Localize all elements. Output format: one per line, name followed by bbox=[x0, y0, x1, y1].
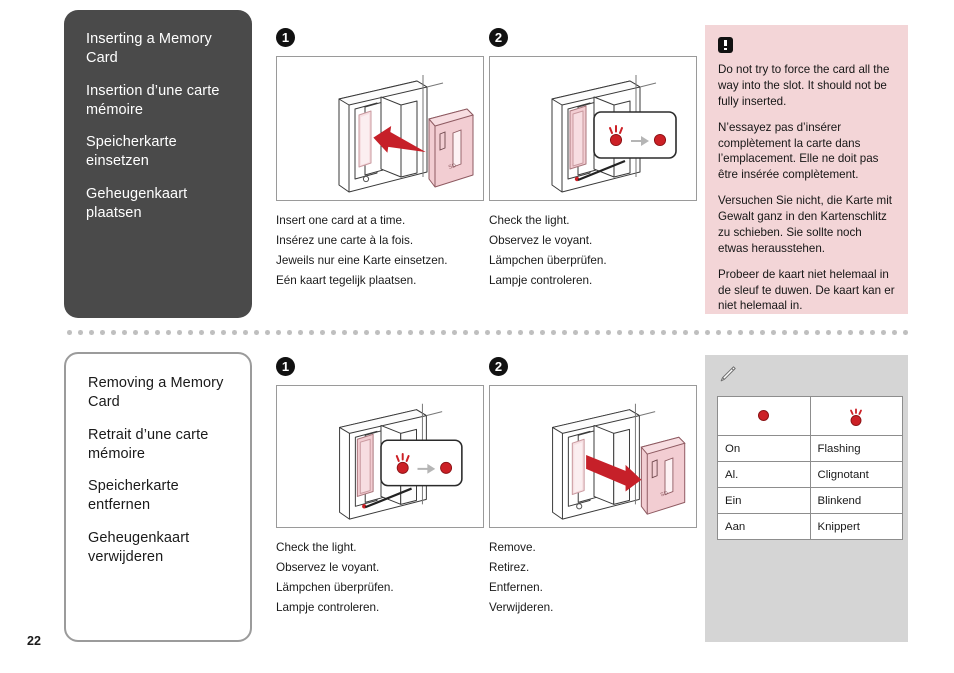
step-number-badge: 2 bbox=[489, 28, 508, 47]
caption-line-en: Insert one card at a time. bbox=[276, 214, 406, 227]
caption-line-nl: Verwijderen. bbox=[489, 601, 554, 615]
table-row: On Flashing bbox=[717, 435, 903, 462]
sd-card-graphic: SD bbox=[640, 436, 686, 515]
lamp-flashing-label-de: Blinkend bbox=[809, 487, 903, 514]
caution-text-de: Versuchen Sie nicht, die Karte mit Gewal… bbox=[718, 194, 892, 255]
caption-line-nl: Lampje controleren. bbox=[489, 274, 593, 288]
lamp-on-label-fr: Al. bbox=[717, 461, 811, 488]
step-insert-1: 1 SD Insert one card at a time. Insérez … bbox=[276, 28, 484, 292]
caption-line-fr: Insérez une carte à la fois. bbox=[276, 234, 414, 248]
memory-card-light-check-illustration bbox=[339, 403, 463, 520]
manual-page: Inserting a Memory Card Insertion d’une … bbox=[0, 0, 954, 673]
note-box: On Flashing Al. Clignotant Ein Blinkend … bbox=[705, 355, 908, 642]
memory-card-light-check-illustration bbox=[551, 75, 677, 193]
page-number: 22 bbox=[27, 634, 41, 648]
caption-line-en: Check the light. bbox=[276, 541, 357, 554]
figure-light-check-insert bbox=[489, 56, 697, 201]
caption-line-nl: Lampje controleren. bbox=[276, 601, 380, 615]
memory-card-remove-illustration: SD bbox=[552, 403, 686, 520]
caption-insert-1: Insert one card at a time. Insérez une c… bbox=[276, 211, 484, 292]
step-number-badge: 1 bbox=[276, 357, 295, 376]
caption-line-de: Jeweils nur eine Karte einsetzen. bbox=[276, 254, 448, 268]
pencil-icon bbox=[717, 365, 896, 388]
figure-card-remove: SD bbox=[489, 385, 697, 528]
caption-line-en: Remove. bbox=[489, 541, 536, 554]
lamp-flashing-label-en: Flashing bbox=[809, 435, 903, 462]
lamp-state-callout bbox=[593, 111, 677, 159]
caption-remove-2: Remove. Retirez. Entfernen. Verwijderen. bbox=[489, 538, 697, 619]
section-divider bbox=[64, 330, 909, 335]
heading-line-de: Speicherkarte entfernen bbox=[88, 478, 179, 514]
memory-card-insert-illustration: SD bbox=[338, 75, 474, 193]
lamp-flashing-icon bbox=[809, 396, 903, 436]
caution-text-en: Do not try to force the card all the way… bbox=[718, 63, 890, 108]
lamp-state-callout bbox=[380, 439, 463, 487]
table-header-row bbox=[717, 396, 903, 436]
caption-insert-2: Check the light. Observez le voyant. Läm… bbox=[489, 211, 697, 292]
heading-line-de: Speicherkarte einsetzen bbox=[86, 134, 177, 170]
figure-card-insert: SD bbox=[276, 56, 484, 201]
step-remove-1: 1 Check the light. Observez le voyant. L… bbox=[276, 357, 484, 619]
caption-line-nl: Eén kaart tegelijk plaatsen. bbox=[276, 274, 417, 288]
table-row: Al. Clignotant bbox=[717, 461, 903, 488]
caption-line-de: Lämpchen überprüfen. bbox=[489, 254, 607, 268]
lamp-flashing-label-fr: Clignotant bbox=[809, 461, 903, 488]
heading-line-fr: Retrait d’une carte mémoire bbox=[88, 426, 209, 462]
caption-line-fr: Observez le voyant. bbox=[276, 561, 380, 575]
caution-text-nl: Probeer de kaart niet helemaal in de sle… bbox=[718, 267, 895, 313]
step-number-badge: 2 bbox=[489, 357, 508, 376]
heading-line-en: Inserting a Memory Card bbox=[86, 31, 212, 67]
figure-light-check-remove bbox=[276, 385, 484, 528]
lamp-on-icon bbox=[717, 396, 811, 436]
lamp-on-label-en: On bbox=[717, 435, 811, 462]
caption-line-fr: Observez le voyant. bbox=[489, 234, 593, 248]
heading-line-fr: Insertion d’une carte mémoire bbox=[86, 82, 220, 118]
caption-line-fr: Retirez. bbox=[489, 561, 530, 575]
lamp-flashing-label-nl: Knippert bbox=[809, 513, 903, 540]
caution-box: Do not try to force the card all the way… bbox=[705, 25, 908, 314]
section-heading-inserting: Inserting a Memory Card Insertion d’une … bbox=[64, 10, 252, 318]
heading-line-en: Removing a Memory Card bbox=[88, 375, 224, 411]
table-row: Aan Knippert bbox=[717, 513, 903, 540]
sd-card-graphic: SD bbox=[428, 108, 474, 188]
lamp-state-table: On Flashing Al. Clignotant Ein Blinkend … bbox=[717, 396, 903, 540]
step-number-badge: 1 bbox=[276, 28, 295, 47]
table-row: Ein Blinkend bbox=[717, 487, 903, 514]
caption-line-de: Entfernen. bbox=[489, 581, 543, 595]
heading-line-nl: Geheugenkaart verwijderen bbox=[88, 529, 190, 565]
step-remove-2: 2 SD Remove. Retirez. Entfernen. Verwijd… bbox=[489, 357, 697, 619]
exclamation-icon bbox=[718, 37, 733, 53]
caution-text-fr: N’essayez pas d’insérer complètement la … bbox=[718, 120, 879, 182]
section-heading-removing: Removing a Memory Card Retrait d’une car… bbox=[64, 352, 252, 642]
caption-line-de: Lämpchen überprüfen. bbox=[276, 581, 394, 595]
caption-remove-1: Check the light. Observez le voyant. Läm… bbox=[276, 538, 484, 619]
lamp-on-label-de: Ein bbox=[717, 487, 811, 514]
heading-line-nl: Geheugenkaart plaatsen bbox=[86, 185, 188, 221]
lamp-on-label-nl: Aan bbox=[717, 513, 811, 540]
step-insert-2: 2 Check the light. Observez le voyant. L… bbox=[489, 28, 697, 292]
caption-line-en: Check the light. bbox=[489, 214, 570, 227]
